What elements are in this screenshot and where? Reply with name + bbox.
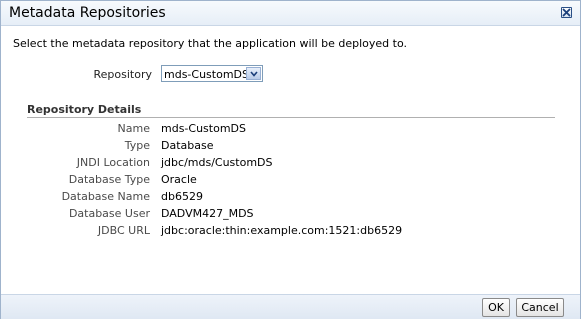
chevron-down-icon[interactable] — [246, 67, 261, 80]
repository-select-value: mds-CustomDS — [164, 68, 249, 81]
detail-label: Database Type — [68, 173, 150, 186]
detail-value: mds-CustomDS — [161, 122, 246, 135]
detail-label: JNDI Location — [76, 156, 150, 169]
detail-row-database-type: Database Type Oracle — [1, 172, 580, 189]
detail-row-type: Type Database — [1, 138, 580, 155]
detail-value: DADVM427_MDS — [161, 207, 254, 220]
dialog-title: Metadata Repositories — [9, 5, 166, 21]
metadata-repositories-dialog: Metadata Repositories Select the metadat… — [0, 0, 581, 319]
detail-row-jndi-location: JNDI Location jdbc/mds/CustomDS — [1, 155, 580, 172]
detail-label: Database Name — [61, 190, 150, 203]
detail-value: jdbc:oracle:thin:example.com:1521:db6529 — [161, 224, 403, 237]
ok-button[interactable]: OK — [482, 298, 510, 317]
repository-label: Repository — [93, 68, 153, 81]
detail-row-database-name: Database Name db6529 — [1, 189, 580, 206]
repository-details-list: Name mds-CustomDS Type Database JNDI Loc… — [1, 121, 580, 240]
detail-row-database-user: Database User DADVM427_MDS — [1, 206, 580, 223]
dialog-titlebar: Metadata Repositories — [1, 1, 580, 26]
detail-value: Oracle — [161, 173, 197, 186]
detail-value: jdbc/mds/CustomDS — [161, 156, 273, 169]
repository-details-header: Repository Details — [27, 103, 555, 118]
detail-row-name: Name mds-CustomDS — [1, 121, 580, 138]
detail-value: Database — [161, 139, 214, 152]
detail-label: JDBC URL — [97, 224, 150, 237]
cancel-button[interactable]: Cancel — [516, 298, 564, 317]
detail-value: db6529 — [161, 190, 203, 203]
dialog-footer: OK Cancel — [1, 294, 580, 319]
detail-label: Name — [117, 122, 150, 135]
detail-row-jdbc-url: JDBC URL jdbc:oracle:thin:example.com:15… — [1, 223, 580, 240]
repository-select[interactable]: mds-CustomDS — [161, 65, 263, 82]
instruction-text: Select the metadata repository that the … — [13, 37, 407, 50]
detail-label: Type — [124, 139, 150, 152]
detail-label: Database User — [68, 207, 150, 220]
close-icon[interactable] — [561, 7, 572, 18]
